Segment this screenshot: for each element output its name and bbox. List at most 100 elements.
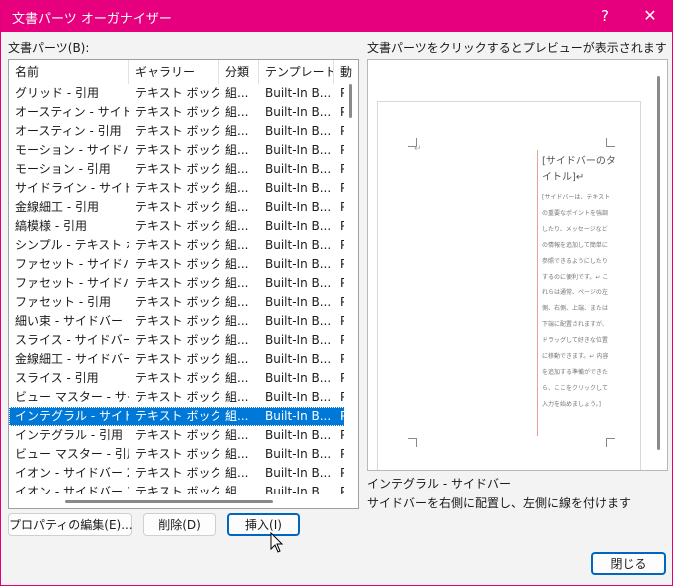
table-row[interactable]: シンプル - テキスト ボ... テキスト ボックス組... Built-In B.… — [9, 236, 347, 255]
table-row[interactable]: イオン - サイドバー 2テキスト ボックス組...Built-In B...P — [9, 464, 347, 483]
row-category: 組... — [225, 124, 249, 138]
row-category: 組... — [225, 86, 249, 100]
row-gallery: テキスト ボックス — [135, 390, 219, 404]
row-name: ファセット - サイドバー ... — [15, 276, 129, 290]
row-gallery: テキスト ボックス — [135, 219, 219, 233]
row-gallery: テキスト ボックス — [135, 181, 219, 195]
table-row[interactable]: 金線細工 - サイドバーテキスト ボックス組...Built-In B...P — [9, 350, 347, 369]
row-name: ビュー マスター - 引用 ... — [15, 447, 129, 461]
column-header-category[interactable]: 分類 — [219, 60, 259, 84]
row-category: 組... — [225, 428, 249, 442]
help-button[interactable]: ? — [589, 4, 621, 28]
row-template: Built-In B... — [265, 238, 332, 252]
list-horizontal-scrollbar[interactable] — [9, 494, 358, 508]
row-gallery: テキスト ボックス — [135, 409, 219, 423]
selected-part-description: サイドバーを右側に配置し、左側に線を付けます — [367, 496, 632, 510]
row-category: 組... — [225, 276, 249, 290]
table-row[interactable]: モーション - 引用テキスト ボックス組...Built-In B...P — [9, 160, 347, 179]
row-gallery: テキスト ボックス — [135, 257, 219, 271]
paragraph-mark-icon: ↵ — [414, 144, 422, 154]
row-name: 金線細工 - 引用 — [15, 200, 99, 214]
preview-scrollbar[interactable] — [657, 76, 660, 450]
mouse-cursor-icon — [270, 532, 284, 553]
list-header: 名前 ギャラリー 分類 テンプレート 動 — [9, 60, 358, 84]
row-template: Built-In B... — [265, 447, 332, 461]
row-template: Built-In B... — [265, 314, 332, 328]
row-category: 組... — [225, 200, 249, 214]
table-row[interactable]: グリッド - 引用テキスト ボックス組...Built-In B...P — [9, 84, 347, 103]
table-row[interactable]: 縞模様 - 引用テキスト ボックス組...Built-In B...P — [9, 217, 347, 236]
row-category: 組... — [225, 371, 249, 385]
column-header-template[interactable]: テンプレート — [259, 60, 334, 84]
row-template: Built-In B... — [265, 86, 332, 100]
row-template: Built-In B... — [265, 200, 332, 214]
row-name: ビュー マスター - サイド... — [15, 390, 129, 404]
table-row[interactable]: ファセット - サイドバー ... テキスト ボックス組... Built-In B… — [9, 274, 347, 293]
delete-button[interactable]: 削除(D) — [143, 513, 216, 536]
row-gallery: テキスト ボックス — [135, 466, 219, 480]
row-name: 細い束 - サイドバー — [15, 314, 123, 328]
table-row[interactable]: スライス - 引用テキスト ボックス組...Built-In B...P — [9, 369, 347, 388]
list-vertical-scroll-thumb[interactable] — [349, 84, 352, 118]
row-name: 金線細工 - サイドバー — [15, 352, 129, 366]
row-category: 組... — [225, 409, 249, 423]
row-category: 組... — [225, 333, 249, 347]
row-template: Built-In B... — [265, 219, 332, 233]
row-name: スライス - サイドバー (... — [15, 333, 129, 347]
table-row[interactable]: インテグラル - サイドバーテキスト ボックス組... Built-In B...… — [9, 407, 347, 426]
table-row[interactable]: モーション - サイドバーテキスト ボックス組...Built-In B...P — [9, 141, 347, 160]
row-category: 組... — [225, 447, 249, 461]
row-category: 組... — [225, 162, 249, 176]
column-header-gallery[interactable]: ギャラリー — [129, 60, 219, 84]
table-row[interactable]: サイドライン - サイドバーテキスト ボックス組... Built-In B...… — [9, 179, 347, 198]
table-row[interactable]: ファセット - サイドバー ... テキスト ボックス組... Built-In B… — [9, 255, 347, 274]
close-button[interactable]: 閉じる — [591, 552, 666, 575]
row-template: Built-In B... — [265, 124, 332, 138]
insert-button[interactable]: 挿入(I) — [227, 513, 300, 536]
crop-mark-icon — [606, 138, 615, 147]
row-template: Built-In B... — [265, 409, 332, 423]
edit-properties-button[interactable]: プロパティの編集(E)... — [8, 513, 133, 536]
table-row[interactable]: オースティン - サイドバーテキスト ボックス組... Built-In B...… — [9, 103, 347, 122]
list-vertical-scrollbar[interactable] — [344, 84, 358, 494]
row-gallery: テキスト ボックス — [135, 314, 219, 328]
close-window-button[interactable]: ✕ — [634, 4, 666, 28]
row-name: モーション - サイドバー — [15, 143, 129, 157]
row-category: 組... — [225, 390, 249, 404]
row-template: Built-In B... — [265, 181, 332, 195]
row-template: Built-In B... — [265, 352, 332, 366]
building-blocks-list-label: 文書パーツ(B): — [8, 41, 90, 55]
row-category: 組... — [225, 257, 249, 271]
row-template: Built-In B... — [265, 333, 332, 347]
building-blocks-list[interactable]: 名前 ギャラリー 分類 テンプレート 動 グリッド - 引用テキスト ボックス組… — [8, 59, 359, 509]
row-gallery: テキスト ボックス — [135, 276, 219, 290]
row-name: モーション - 引用 — [15, 162, 111, 176]
column-header-behavior[interactable]: 動 — [334, 60, 358, 84]
preview-sidebar-body: [サイドバーは、テキストの重要なポイントを強調したり、メッセージなどの情報を追加… — [542, 194, 611, 408]
table-row[interactable]: ファセット - 引用テキスト ボックス組...Built-In B...P — [9, 293, 347, 312]
table-row[interactable]: 金線細工 - 引用テキスト ボックス組...Built-In B...P — [9, 198, 347, 217]
table-row[interactable]: 細い束 - サイドバーテキスト ボックス組...Built-In B...P — [9, 312, 347, 331]
table-row[interactable]: ビュー マスター - 引用 ... テキスト ボックス組... Built-In B… — [9, 445, 347, 464]
row-template: Built-In B... — [265, 162, 332, 176]
row-name: 縞模様 - 引用 — [15, 219, 87, 233]
row-template: Built-In B... — [265, 371, 332, 385]
row-gallery: テキスト ボックス — [135, 447, 219, 461]
preview-pane: ↵ [サイドバーのタイトル]↵ [サイドバーは、テキストの重要なポイントを強調し… — [367, 59, 668, 471]
row-name: イオン - サイドバー 2 — [15, 466, 129, 480]
row-gallery: テキスト ボックス — [135, 295, 219, 309]
list-horizontal-scroll-thumb[interactable] — [65, 500, 273, 503]
title-bar: 文書パーツ オーガナイザー ? ✕ — [1, 1, 672, 32]
document-building-blocks-organizer-dialog: 文書パーツ オーガナイザー ? ✕ 文書パーツ(B): 文書パーツをクリックする… — [0, 0, 673, 586]
row-gallery: テキスト ボックス — [135, 200, 219, 214]
row-category: 組... — [225, 143, 249, 157]
row-category: 組... — [225, 105, 249, 119]
table-row[interactable]: スライス - サイドバー (... テキスト ボックス組... Built-In B… — [9, 331, 347, 350]
column-header-name[interactable]: 名前 — [9, 60, 129, 84]
row-name: サイドライン - サイドバー — [15, 181, 129, 195]
row-name: ファセット - 引用 — [15, 295, 111, 309]
row-template: Built-In B... — [265, 276, 332, 290]
table-row[interactable]: インテグラル - 引用テキスト ボックス組...Built-In B...P — [9, 426, 347, 445]
table-row[interactable]: ビュー マスター - サイド... テキスト ボックス組... Built-In B… — [9, 388, 347, 407]
table-row[interactable]: オースティン - 引用テキスト ボックス組...Built-In B...P — [9, 122, 347, 141]
